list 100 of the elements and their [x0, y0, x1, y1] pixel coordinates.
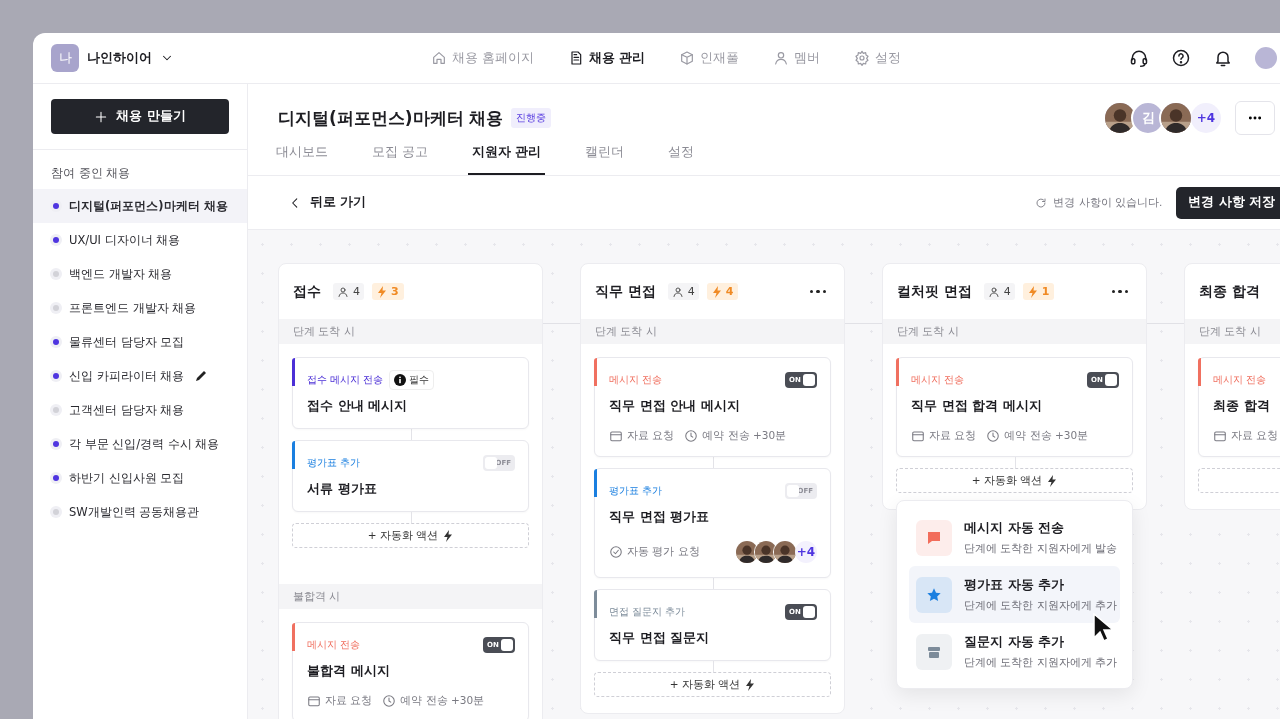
lightning-icon: [711, 285, 722, 298]
add-action-button[interactable]: + 자동화 액션: [292, 523, 529, 548]
clock-icon: [382, 694, 397, 708]
card-title: 서류 평가표: [307, 480, 378, 498]
card-label: 메시지 전송: [1213, 373, 1267, 387]
stage-title: 직무 면접: [595, 282, 656, 301]
status-badge: 진행중: [511, 108, 552, 128]
card-label: 면접 질문지 추가: [609, 605, 686, 619]
person-icon: [671, 285, 684, 298]
check-circle-icon: [609, 545, 623, 559]
create-button[interactable]: 채용 만들기: [51, 99, 229, 134]
lightning-icon: [443, 529, 454, 542]
tab[interactable]: 대시보드: [276, 144, 328, 175]
section-label: 불합격 시: [279, 584, 542, 609]
automation-card[interactable]: 접수 메시지 전송 필수 접수 안내 메시지: [292, 357, 529, 429]
back-button[interactable]: 뒤로 가기: [288, 194, 367, 211]
card-title: 접수 안내 메시지: [307, 397, 409, 415]
card-label: 메시지 전송: [307, 638, 361, 652]
page-title: 디지털(퍼포먼스)마케터 채용: [278, 106, 504, 130]
lightning-icon: [377, 285, 387, 298]
add-action-button[interactable]: + 자동화 액션: [896, 468, 1133, 493]
more-count: +4: [795, 541, 817, 563]
card-title: 직무 면접 질문지: [609, 629, 711, 647]
more-count: +4: [1191, 103, 1221, 133]
stage-title: 최종 합격: [1199, 282, 1260, 301]
document-icon: [568, 50, 584, 66]
automation-count: 3: [372, 283, 404, 300]
item-label: 각 부문 신입/경력 수시 채용: [69, 436, 220, 452]
sidebar-item[interactable]: 고객센터 담당자 채용: [33, 393, 247, 427]
sidebar-heading: 참여 중인 채용: [50, 165, 132, 182]
applicant-count: 4: [667, 283, 699, 300]
required-badge: 필수: [389, 370, 435, 390]
menu-item-description: 단계에 도착한 지원자에게 추가: [964, 656, 1117, 670]
nav-item[interactable]: 채용 관리: [568, 49, 646, 67]
lightning-icon: [1027, 285, 1038, 298]
clock-icon: [684, 429, 699, 443]
card-label: 평가표 추가: [609, 484, 663, 498]
save-button[interactable]: 변경 사항 저장: [1176, 186, 1280, 219]
stage-title: 컬처핏 면접: [897, 282, 972, 301]
sidebar-item[interactable]: 신입 카피라이터 채용: [33, 359, 247, 393]
item-label: 고객센터 담당자 채용: [69, 402, 185, 418]
calendar-icon: [307, 694, 321, 708]
workspace-name[interactable]: 나인하이어: [87, 49, 152, 67]
card-label: 평가표 추가: [307, 456, 361, 470]
meta-text: 자료 요청: [929, 429, 977, 443]
card-title: 최종 합격: [1213, 397, 1271, 415]
menu-item[interactable]: 평가표 자동 추가 단계에 도착한 지원자에게 추가: [909, 566, 1120, 623]
add-action-button[interactable]: + 자동화 액션: [594, 672, 831, 697]
sidebar-item[interactable]: 하반기 신입사원 모집: [33, 461, 247, 495]
card-label: 메시지 전송: [609, 373, 663, 387]
settings-icon: [854, 50, 871, 66]
sidebar-item[interactable]: 디지털(퍼포먼스)마케터 채용: [33, 189, 247, 223]
menu-item[interactable]: 메시지 자동 전송 단계에 도착한 지원자에게 발송: [909, 509, 1120, 566]
stage-title: 접수: [293, 282, 321, 301]
meta-text: 자료 요청: [627, 429, 675, 443]
item-label: 디지털(퍼포먼스)마케터 채용: [69, 198, 228, 214]
tab[interactable]: 모집 공고: [372, 144, 428, 175]
card-title: 직무 면접 합격 메시지: [911, 397, 1043, 415]
section-label: 단계 도착 시: [279, 319, 542, 344]
meta-text: 예약 전송 +30분: [702, 429, 787, 443]
person-icon: [773, 50, 790, 66]
card-label: 접수 메시지 전송: [307, 373, 384, 387]
menu-item-description: 단계에 도착한 지원자에게 추가: [964, 599, 1117, 613]
tab[interactable]: 설정: [668, 144, 695, 175]
sidebar-item[interactable]: 물류센터 담당자 모집: [33, 325, 247, 359]
automation-card[interactable]: 메시지 전송 최종 합격 자료 요청: [1198, 357, 1280, 457]
calendar-icon: [911, 429, 925, 443]
sidebar-item[interactable]: 프론트엔드 개발자 채용: [33, 291, 247, 325]
automation-count: 1: [1022, 283, 1055, 300]
cube-icon: [679, 50, 696, 66]
avatar[interactable]: [1255, 47, 1277, 69]
info-icon: [394, 374, 407, 386]
calendar-icon: [609, 429, 623, 443]
sidebar-item[interactable]: 백엔드 개발자 채용: [33, 257, 247, 291]
tab[interactable]: 캘린더: [585, 144, 625, 175]
lightning-icon: [745, 678, 756, 691]
menu-item-title: 질문지 자동 추가: [964, 633, 1065, 651]
card-label: 메시지 전송: [911, 373, 965, 387]
card-title: 불합격 메시지: [307, 662, 391, 680]
meta-text: 자동 평가 요청: [627, 545, 700, 559]
menu-item-description: 단계에 도착한 지원자에게 발송: [964, 542, 1117, 556]
item-label: SW개발인력 공동채용관: [69, 504, 200, 520]
automation-count: 4: [706, 283, 739, 300]
help-icon: [1171, 48, 1191, 68]
card-title: 직무 면접 평가표: [609, 508, 711, 526]
star-icon: [926, 586, 942, 603]
section-label: 단계 도착 시: [1185, 319, 1280, 344]
person-icon: [337, 285, 349, 298]
item-label: 물류센터 담당자 모집: [69, 334, 185, 350]
sidebar-item[interactable]: 각 부문 신입/경력 수시 채용: [33, 427, 247, 461]
meta-text: 예약 전송 +30분: [400, 694, 485, 708]
home-icon: [431, 50, 447, 66]
item-label: 백엔드 개발자 채용: [69, 266, 173, 282]
section-label: 단계 도착 시: [883, 319, 1146, 344]
tab[interactable]: 지원자 관리: [468, 144, 546, 175]
sidebar-item[interactable]: SW개발인력 공동채용관: [33, 495, 247, 529]
sidebar-item[interactable]: UX/UI 디자이너 채용: [33, 223, 247, 257]
plus-icon: [94, 109, 109, 124]
lightning-icon: [1047, 474, 1058, 487]
person-icon: [987, 285, 1000, 298]
